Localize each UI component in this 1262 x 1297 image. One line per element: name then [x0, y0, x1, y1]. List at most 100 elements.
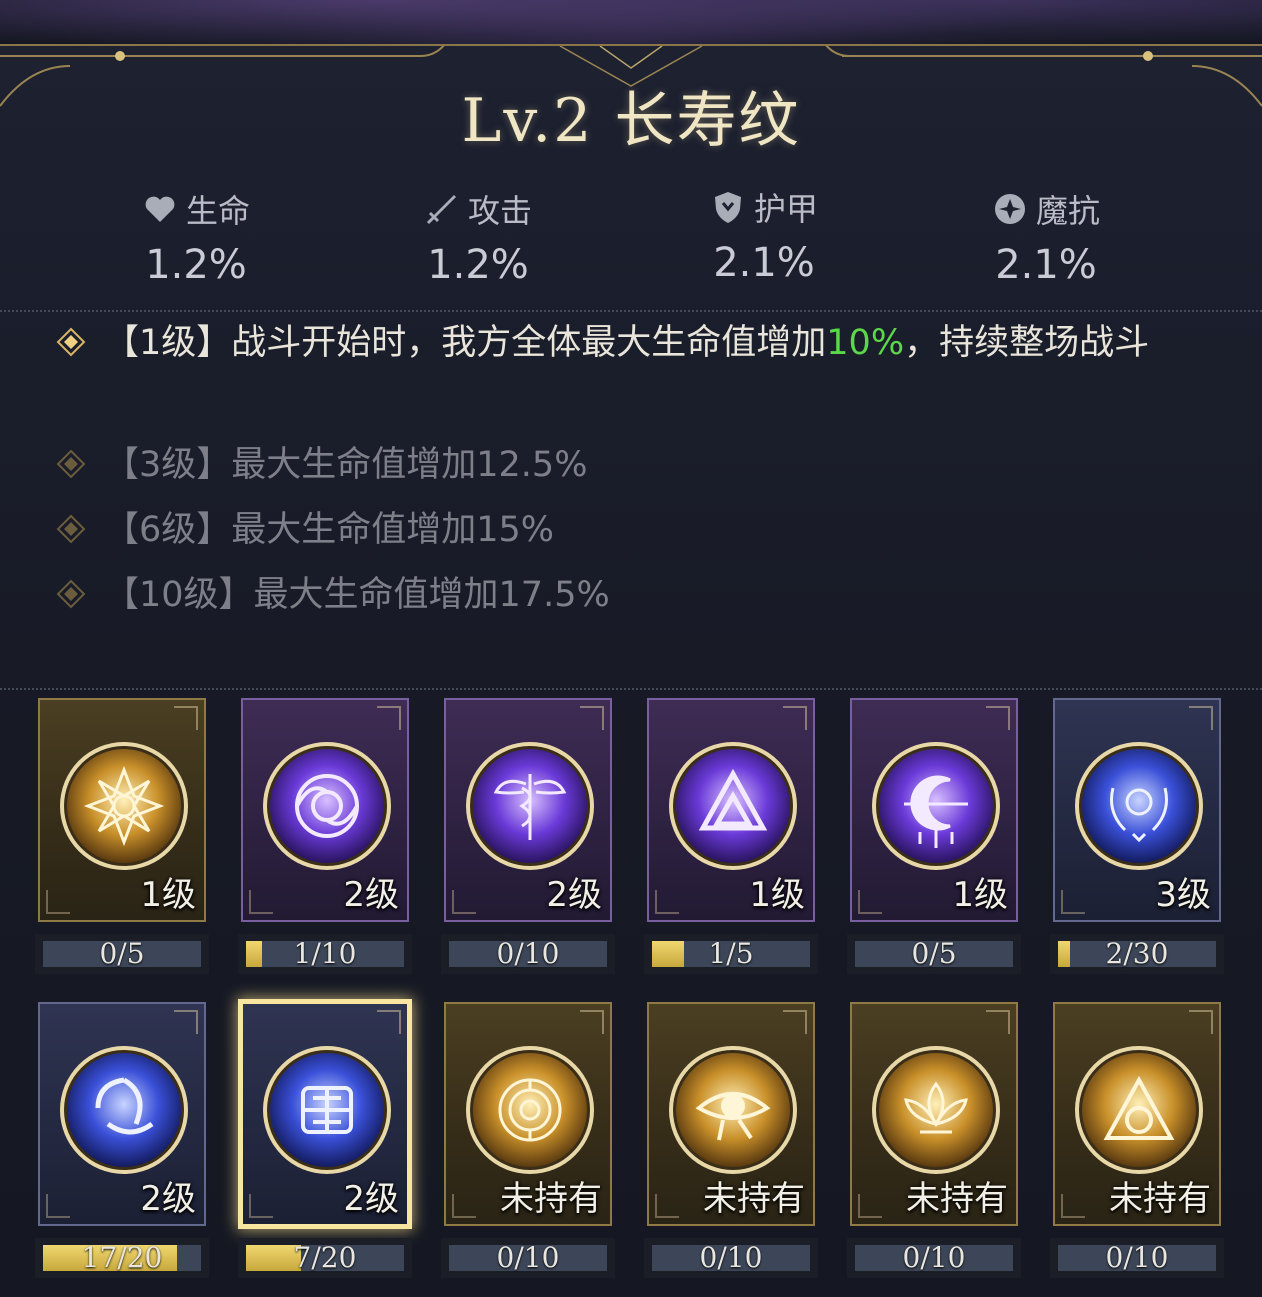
- rune-card[interactable]: 1级: [647, 698, 815, 922]
- card-corner-ornament: [1061, 890, 1085, 914]
- rune-progress-bar: 1/5: [644, 934, 818, 974]
- stat-magic-resist: 魔抗 2.1%: [916, 186, 1176, 288]
- rune-level: 3级: [1155, 875, 1211, 915]
- stat-label: 生命: [185, 192, 250, 230]
- golden-mandala-icon: [60, 742, 188, 870]
- caduceus-wings-icon: [466, 742, 594, 870]
- eye-of-horus-icon: [669, 1046, 797, 1174]
- stat-label: 魔抗: [1035, 192, 1100, 230]
- lotus-icon: [872, 1046, 1000, 1174]
- rune-card[interactable]: 2级: [38, 1002, 206, 1226]
- progress-text: 0/10: [1105, 1241, 1169, 1274]
- card-corner-ornament: [986, 1010, 1010, 1034]
- card-corner-ornament: [986, 706, 1010, 730]
- effect-text: 【3级】最大生命值增加12.5%: [104, 445, 588, 485]
- rune-progress-bar: 0/5: [35, 934, 209, 974]
- progress-text: 7/20: [293, 1241, 357, 1274]
- progress-text: 17/20: [81, 1241, 163, 1274]
- rune-card[interactable]: 未持有: [1053, 1002, 1221, 1226]
- longevity-seal-icon: [263, 1046, 391, 1174]
- crescent-dreamcatcher-icon: [872, 742, 1000, 870]
- card-corner-ornament: [249, 1194, 273, 1218]
- stat-value: 1.2%: [427, 242, 529, 288]
- sword-icon: [426, 195, 456, 225]
- card-corner-ornament: [580, 706, 604, 730]
- stat-label: 护甲: [753, 190, 818, 228]
- effect-text: 【10级】最大生命值增加17.5%: [104, 575, 610, 615]
- card-corner-ornament: [655, 1194, 679, 1218]
- rune-level: 1级: [952, 875, 1008, 915]
- card-corner-ornament: [46, 1194, 70, 1218]
- effect-highlight: 10%: [826, 323, 905, 363]
- stat-attack: 攻击 1.2%: [348, 186, 608, 288]
- rune-level: 1级: [140, 875, 196, 915]
- rune-card[interactable]: 3级: [1053, 698, 1221, 922]
- rune-card[interactable]: 1级: [850, 698, 1018, 922]
- card-corner-ornament: [46, 890, 70, 914]
- card-corner-ornament: [377, 1010, 401, 1034]
- stat-value: 1.2%: [145, 242, 247, 288]
- diamond-bullet-icon: [56, 579, 86, 609]
- card-corner-ornament: [174, 1010, 198, 1034]
- effect-text: 【1级】战斗开始时，我方全体最大生命值增加: [104, 323, 827, 363]
- rune-card[interactable]: 2级: [241, 1002, 409, 1226]
- rune-title: Lv.2 长寿纹: [461, 86, 801, 156]
- rune-level: 2级: [140, 1179, 196, 1219]
- rune-progress-bar: 0/10: [1050, 1238, 1224, 1278]
- rune-progress-bar: 1/10: [238, 934, 412, 974]
- rune-progress-bar: 7/20: [238, 1238, 412, 1278]
- rune-level: 未持有: [703, 1179, 805, 1219]
- rune-progress-bar: 0/10: [644, 1238, 818, 1278]
- rune-card[interactable]: 2级: [241, 698, 409, 922]
- effect-line-level-10: 【10级】最大生命值增加17.5%: [56, 566, 1216, 624]
- rune-card[interactable]: 未持有: [850, 1002, 1018, 1226]
- progress-text: 2/30: [1105, 937, 1169, 970]
- diamond-bullet-icon: [56, 514, 86, 544]
- rune-card[interactable]: 未持有: [444, 1002, 612, 1226]
- progress-text: 0/5: [911, 937, 957, 970]
- progress-text: 1/10: [293, 937, 357, 970]
- diamond-bullet-icon: [56, 449, 86, 479]
- rune-level: 2级: [546, 875, 602, 915]
- divider: [0, 310, 1262, 312]
- progress-text: 0/10: [496, 1241, 560, 1274]
- effect-text: 【6级】最大生命值增加15%: [104, 510, 555, 550]
- moon-laurel-icon: [1075, 742, 1203, 870]
- rune-level: 未持有: [906, 1179, 1008, 1219]
- effect-line-level-6: 【6级】最大生命值增加15%: [56, 501, 1216, 559]
- rune-progress-bar: 2/30: [1050, 934, 1224, 974]
- heart-icon: [145, 196, 175, 222]
- stat-armor: 护甲 2.1%: [634, 184, 894, 286]
- valknut-icon: [669, 742, 797, 870]
- progress-text: 0/10: [699, 1241, 763, 1274]
- rune-level: 2级: [343, 1179, 399, 1219]
- card-corner-ornament: [1189, 706, 1213, 730]
- card-corner-ornament: [783, 1010, 807, 1034]
- divider: [0, 688, 1262, 690]
- card-corner-ornament: [1189, 1010, 1213, 1034]
- card-corner-ornament: [377, 706, 401, 730]
- rune-card[interactable]: 未持有: [647, 1002, 815, 1226]
- shield-icon: [714, 192, 741, 223]
- card-corner-ornament: [452, 1194, 476, 1218]
- card-corner-ornament: [580, 1010, 604, 1034]
- rune-progress-bar: 0/10: [441, 1238, 615, 1278]
- card-corner-ornament: [858, 890, 882, 914]
- labyrinth-icon: [466, 1046, 594, 1174]
- stat-label: 攻击: [467, 192, 532, 230]
- stat-value: 2.1%: [713, 240, 815, 286]
- card-corner-ornament: [174, 706, 198, 730]
- card-corner-ornament: [858, 1194, 882, 1218]
- triangle-circle-icon: [1075, 1046, 1203, 1174]
- progress-text: 1/5: [708, 937, 754, 970]
- purple-vortex-icon: [263, 742, 391, 870]
- magic-resist-icon: [994, 194, 1025, 224]
- rune-card[interactable]: 1级: [38, 698, 206, 922]
- triple-moon-icon: [60, 1046, 188, 1174]
- card-corner-ornament: [655, 890, 679, 914]
- rune-level: 1级: [749, 875, 805, 915]
- card-corner-ornament: [783, 706, 807, 730]
- card-corner-ornament: [1061, 1194, 1085, 1218]
- rune-card[interactable]: 2级: [444, 698, 612, 922]
- rune-progress-bar: 0/5: [847, 934, 1021, 974]
